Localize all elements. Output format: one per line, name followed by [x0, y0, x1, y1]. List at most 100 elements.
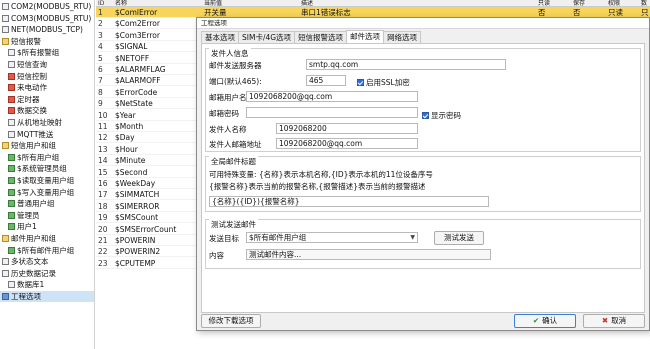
target-select[interactable]: $所有邮件用户组 ▼	[246, 232, 418, 243]
header-save: 保存	[573, 0, 586, 7]
content-input[interactable]: 测试邮件内容...	[246, 249, 491, 260]
tree-item-label: 数据库1	[17, 280, 45, 290]
tree-item[interactable]: $所有邮件用户组	[0, 245, 94, 256]
user-icon	[8, 165, 15, 173]
user-icon	[8, 200, 15, 208]
tree-item-label: $写入变量用户组	[17, 187, 75, 197]
cell-idx: 11	[98, 122, 108, 131]
red-icon	[8, 84, 15, 92]
user-icon	[8, 223, 15, 231]
tree-item-label: 历史数据记录	[11, 268, 56, 278]
cell-idx: 13	[98, 144, 108, 154]
tree-item[interactable]: 邮件用户和组	[0, 233, 94, 244]
tree-item-label: 用户1	[17, 222, 37, 232]
show-password-checkbox[interactable]: 显示密码	[422, 110, 461, 121]
server-input[interactable]: smtp.qq.com	[306, 59, 506, 70]
list-icon	[8, 119, 15, 126]
tree-item[interactable]: 多状态文本	[0, 256, 94, 267]
tree-item[interactable]: $所有报警组	[0, 47, 94, 58]
cell-name: $POWERIN	[115, 236, 156, 245]
user-icon	[8, 177, 15, 184]
tree-item[interactable]: 从机地址映射	[0, 117, 94, 128]
tree-item[interactable]: 短信控制	[0, 71, 94, 82]
cell-idx: 14	[98, 156, 108, 166]
tree-item[interactable]: 短信用户和组	[0, 140, 94, 151]
port-label: 端口(默认465):	[209, 77, 262, 86]
tree-item-label: 定时器	[17, 94, 40, 104]
sender-group: 发件人信息 邮件发送服务器 smtp.qq.com 端口(默认465): 465…	[205, 48, 641, 152]
user-icon	[8, 211, 15, 219]
close-icon: ✖	[601, 316, 609, 325]
tree-item[interactable]: $读取变量用户组	[0, 175, 94, 186]
header-desc: 描述	[301, 0, 314, 7]
tree-item[interactable]: 历史数据记录	[0, 268, 94, 279]
cell-idx: 23	[98, 258, 108, 268]
tree-item[interactable]: NET(MODBUS_TCP)	[0, 24, 94, 35]
folder-icon	[2, 142, 9, 150]
cell-idx: 2	[98, 19, 103, 29]
header-readonly: 只读	[538, 0, 551, 7]
tree-item[interactable]: COM2(MODBUS_RTU)	[0, 1, 94, 12]
cell-name: $WeekDay	[115, 179, 156, 188]
user-icon	[8, 188, 15, 196]
ok-label: 确认	[542, 316, 558, 325]
ok-button[interactable]: ✔ 确认	[514, 314, 576, 328]
header-id: ID	[98, 0, 105, 7]
sender-name-input[interactable]: 1092068200	[276, 123, 418, 134]
subject-group: 全局邮件标题 可用特殊变量: {名称}表示本机名称,{ID}表示本机的11位设备…	[205, 156, 641, 212]
tree-item[interactable]: 来电动作	[0, 82, 94, 93]
tree-item[interactable]: 工程选项	[0, 291, 94, 302]
device-icon	[2, 26, 9, 34]
username-label: 邮箱用户名	[209, 93, 247, 102]
tab-sms-alarm[interactable]: 短信报警选项	[294, 31, 348, 43]
tree-item-label: 数据交换	[17, 106, 47, 116]
cell-name: $NETOFF	[115, 53, 150, 63]
tree-item-label: COM3(MODBUS_RTU)	[11, 13, 92, 23]
port-input[interactable]: 465	[306, 75, 346, 86]
tree-item-label: 从机地址映射	[17, 118, 62, 127]
tree-item-label: 邮件用户和组	[11, 234, 56, 243]
tree-item[interactable]: COM3(MODBUS_RTU)	[0, 13, 94, 24]
tree-item-label: $所有用户组	[17, 152, 60, 162]
tab-basic[interactable]: 基本选项	[201, 31, 239, 43]
tree-item[interactable]: 数据库1	[0, 279, 94, 290]
list-icon	[2, 269, 9, 277]
tree-item[interactable]: MQTT推送	[0, 129, 94, 140]
tree-item[interactable]: 用户1	[0, 221, 94, 232]
cell-idx: 12	[98, 133, 108, 143]
ssl-checkbox[interactable]: 启用SSL加密	[357, 77, 410, 88]
device-icon	[2, 14, 9, 22]
project-tree[interactable]: COM2(MODBUS_RTU) COM3(MODBUS_RTU) NET(MODB…	[0, 0, 95, 349]
password-input[interactable]	[246, 107, 418, 118]
sender-group-title: 发件人信息	[209, 48, 251, 59]
username-input[interactable]: 1092068200@qq.com	[246, 91, 418, 102]
tree-item[interactable]: $所有用户组	[0, 152, 94, 163]
target-label: 发送目标	[209, 234, 239, 243]
test-send-button[interactable]: 测试发送	[434, 231, 484, 245]
subject-input[interactable]: {名称}({ID}){报警名称}	[209, 196, 489, 207]
cancel-button[interactable]: ✖ 取消	[583, 314, 645, 328]
cell-name: $Hour	[115, 144, 138, 154]
cell-name: $SIMERROR	[115, 201, 160, 211]
cell-idx: 3	[98, 30, 103, 40]
tree-item[interactable]: 定时器	[0, 94, 94, 105]
cell-idx: 6	[98, 65, 103, 74]
tree-item-label: 管理员	[17, 210, 40, 220]
tab-sim[interactable]: SIM卡/4G选项	[238, 31, 296, 43]
tree-item[interactable]: 普通用户组	[0, 198, 94, 209]
modify-download-options-button[interactable]: 修改下载选项	[201, 314, 261, 328]
sender-address-input[interactable]: 1092068200@qq.com	[276, 138, 418, 149]
ssl-check-icon	[357, 79, 364, 86]
cell-name: $Month	[115, 122, 144, 131]
tab-email[interactable]: 邮件选项	[346, 30, 385, 43]
tab-network[interactable]: 网络选项	[383, 31, 422, 43]
tree-item[interactable]: $写入变量用户组	[0, 187, 94, 198]
tree-item[interactable]: 短信查询	[0, 59, 94, 70]
tree-item-label: 短信控制	[17, 71, 47, 81]
cell-idx: 21	[98, 236, 108, 245]
tree-item[interactable]: 管理员	[0, 210, 94, 221]
tree-item[interactable]: 数据交换	[0, 105, 94, 116]
tree-item[interactable]: $系统管理员组	[0, 163, 94, 174]
tree-item[interactable]: 短信报警	[0, 36, 94, 47]
red-icon	[8, 95, 15, 103]
